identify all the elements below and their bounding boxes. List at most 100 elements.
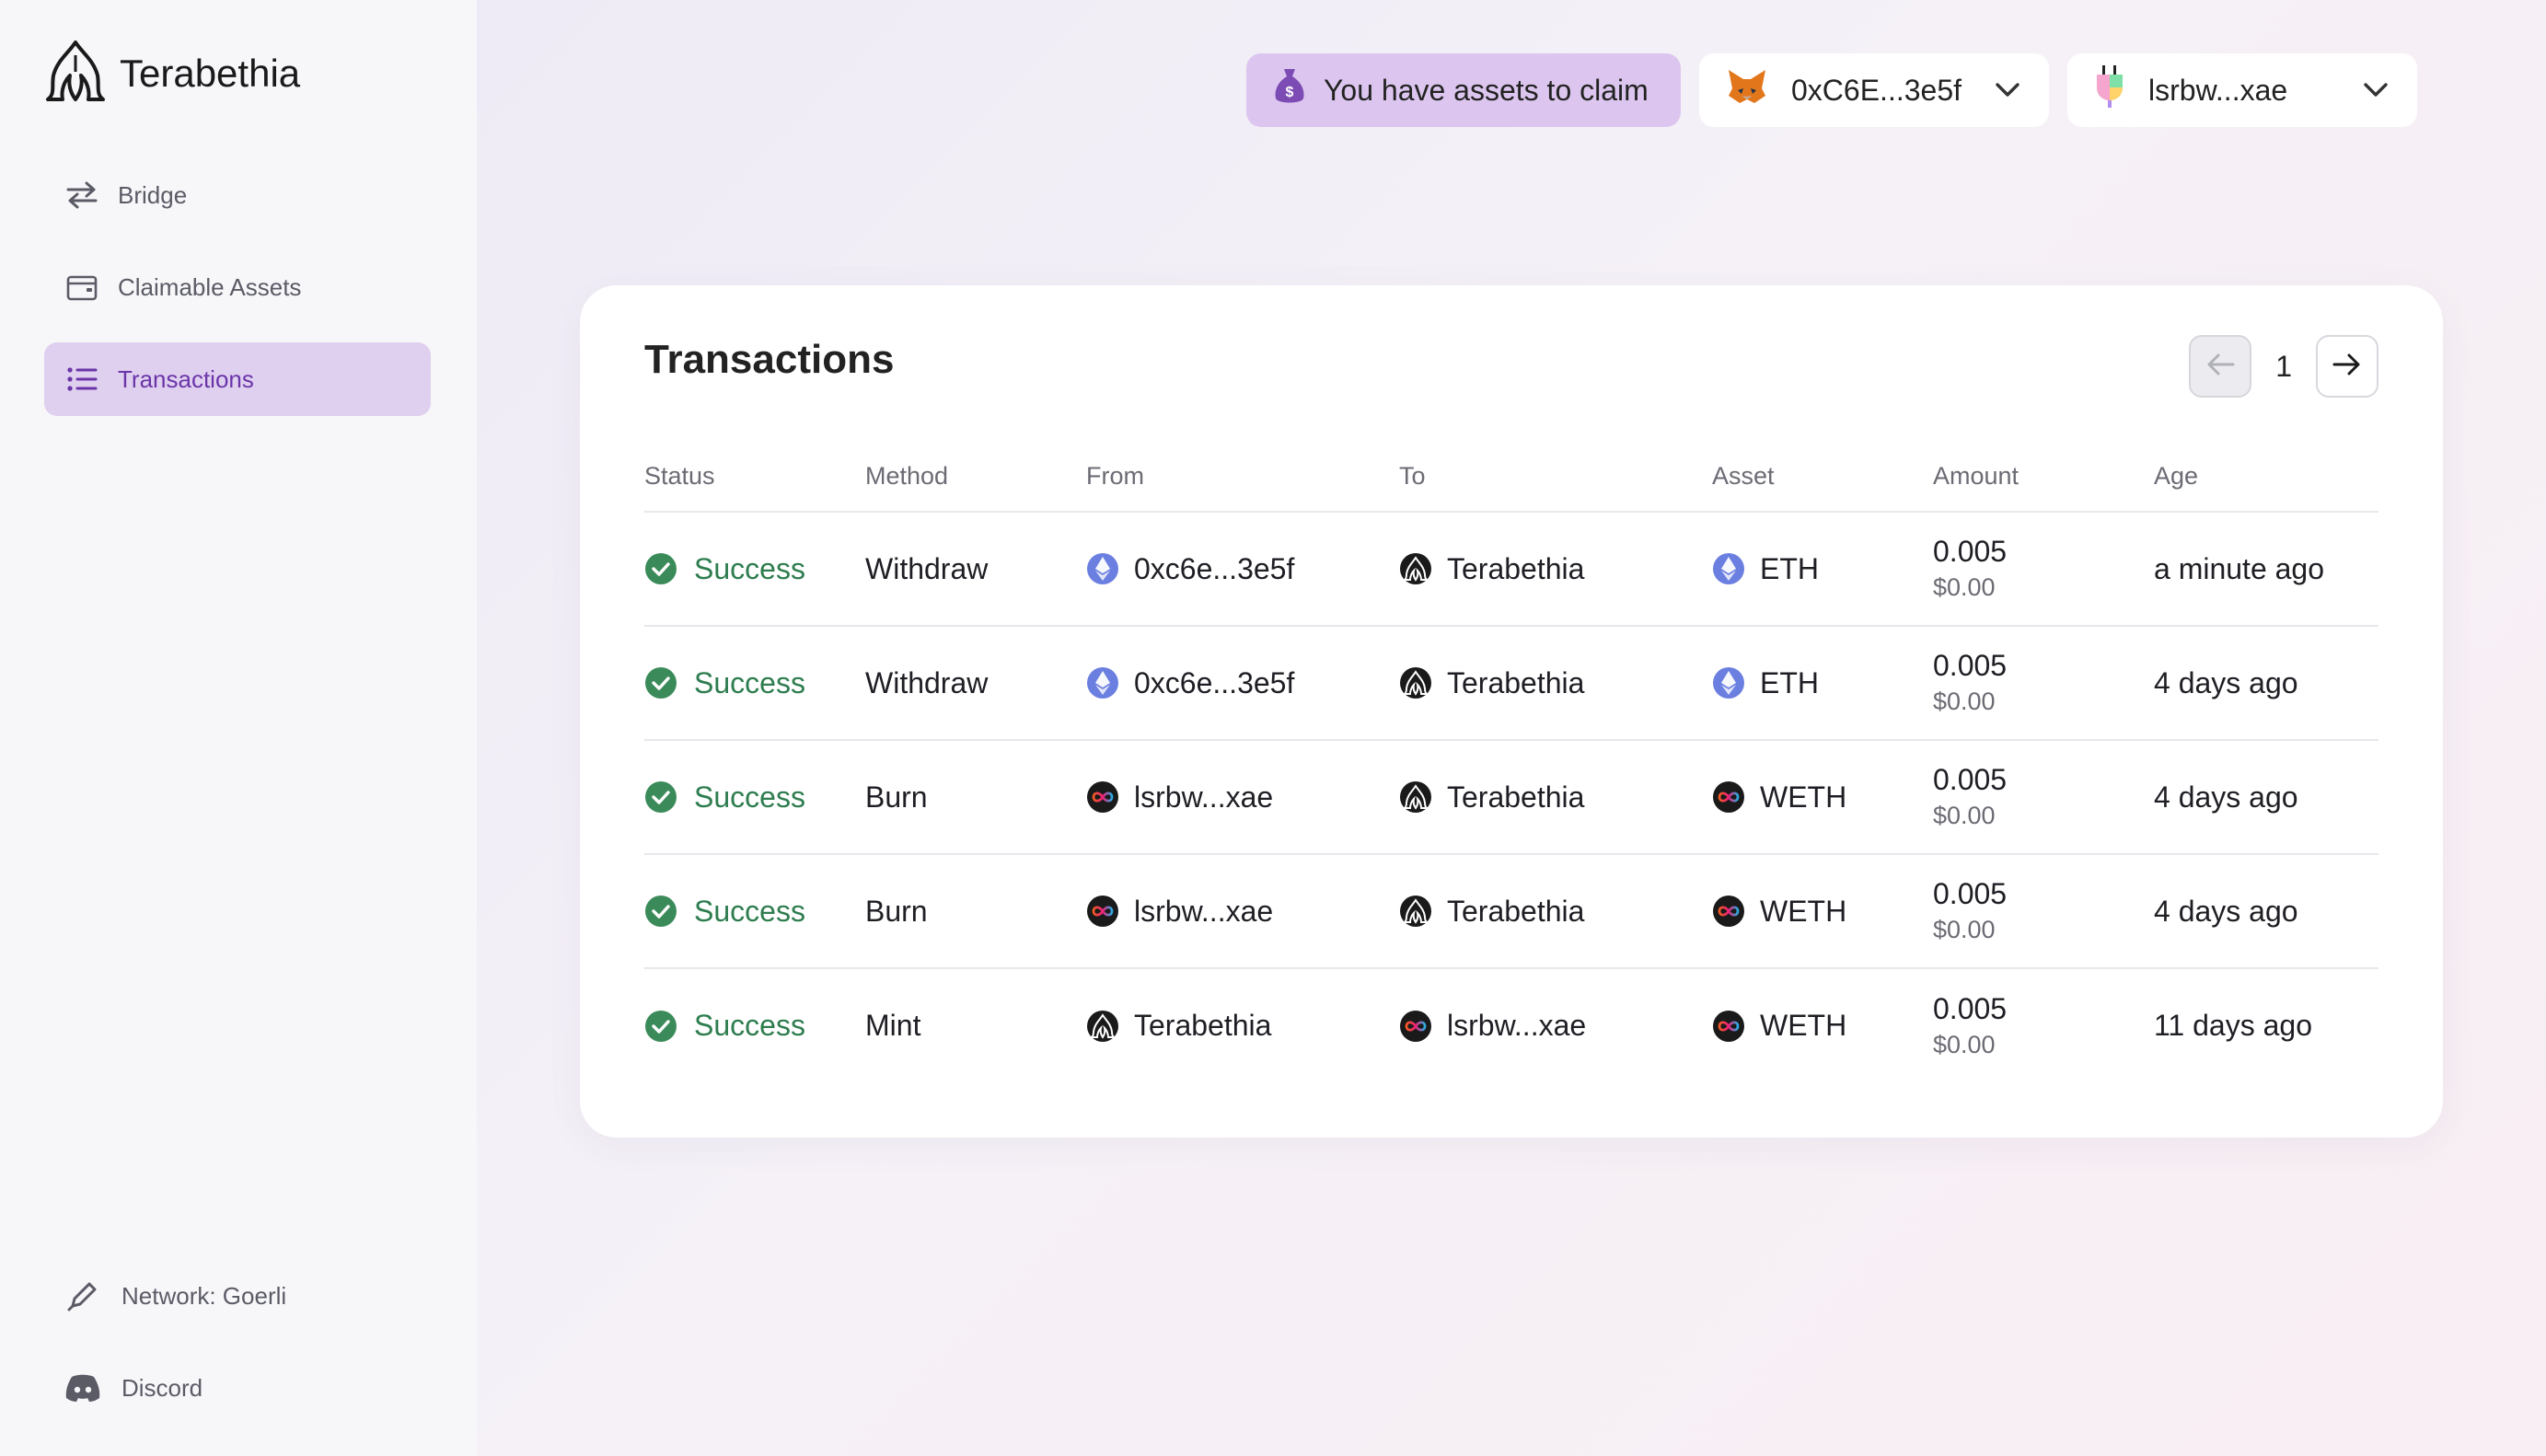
ethereum-icon bbox=[1086, 552, 1119, 585]
status-cell: Success bbox=[644, 968, 865, 1082]
column-header-age: Age bbox=[2154, 442, 2378, 513]
amount-usd: $0.00 bbox=[1933, 1030, 1996, 1058]
app-logo[interactable]: Terabethia bbox=[44, 39, 300, 108]
from-cell: lsrbw...xae bbox=[1086, 740, 1399, 855]
wallet-icon bbox=[64, 270, 99, 305]
amount-usd: $0.00 bbox=[1933, 916, 1996, 943]
discord-label: Discord bbox=[122, 1373, 203, 1402]
to-cell: lsrbw...xae bbox=[1399, 968, 1712, 1082]
age-cell: 4 days ago bbox=[2154, 626, 2378, 741]
to-cell: Terabethia bbox=[1399, 854, 1712, 969]
status-cell: Success bbox=[644, 854, 865, 969]
page-title: Transactions bbox=[644, 337, 895, 382]
amount-usd: $0.00 bbox=[1933, 802, 1996, 829]
to-address[interactable]: lsrbw...xae bbox=[1447, 1009, 1586, 1043]
table-row[interactable]: Success Burn lsrbw...xae Terabethia WETH 0… bbox=[644, 854, 2378, 969]
sidebar: Terabethia Bridge Claimable Assets Trans… bbox=[0, 0, 477, 1456]
sidebar-item-bridge[interactable]: Bridge bbox=[44, 158, 431, 232]
age-cell: a minute ago bbox=[2154, 512, 2378, 627]
from-address[interactable]: 0xc6e...3e5f bbox=[1134, 666, 1294, 700]
internet-computer-icon bbox=[1712, 780, 1745, 814]
to-cell: Terabethia bbox=[1399, 740, 1712, 855]
from-address[interactable]: Terabethia bbox=[1134, 1009, 1271, 1043]
claim-label: You have assets to claim bbox=[1324, 73, 1649, 107]
internet-computer-icon bbox=[1086, 895, 1119, 928]
column-header-status: Status bbox=[644, 442, 865, 513]
status-cell: Success bbox=[644, 740, 865, 855]
network-selector[interactable]: Network: Goerli bbox=[64, 1277, 286, 1314]
amount-value: 0.005 bbox=[1933, 535, 2008, 568]
wallet-address: 0xC6E...3e5f bbox=[1791, 73, 1962, 107]
sidebar-item-label: Transactions bbox=[118, 364, 254, 393]
table-row[interactable]: Success Withdraw 0xc6e...3e5f Terabethia … bbox=[644, 626, 2378, 741]
status-text: Success bbox=[694, 894, 805, 928]
status-text: Success bbox=[694, 780, 805, 814]
asset-symbol: WETH bbox=[1760, 894, 1847, 928]
plug-wallet-icon bbox=[2091, 64, 2128, 117]
amount-cell: 0.005 $0.00 bbox=[1933, 740, 2154, 855]
status-cell: Success bbox=[644, 512, 865, 627]
money-bag-icon: $ bbox=[1272, 67, 1307, 113]
sidebar-item-transactions[interactable]: Transactions bbox=[44, 342, 431, 416]
asset-symbol: WETH bbox=[1760, 780, 1847, 814]
amount-cell: 0.005 $0.00 bbox=[1933, 968, 2154, 1082]
next-page-button[interactable] bbox=[2316, 335, 2378, 398]
to-address[interactable]: Terabethia bbox=[1447, 780, 1584, 815]
to-cell: Terabethia bbox=[1399, 626, 1712, 741]
column-header-asset: Asset bbox=[1712, 442, 1933, 513]
terabethia-icon bbox=[1086, 1010, 1119, 1043]
table-row[interactable]: Success Burn lsrbw...xae Terabethia WETH 0… bbox=[644, 740, 2378, 855]
network-label: Network: Goerli bbox=[122, 1281, 287, 1310]
from-cell: Terabethia bbox=[1086, 968, 1399, 1082]
sidebar-item-label: Claimable Assets bbox=[118, 272, 302, 301]
sidebar-item-label: Bridge bbox=[118, 180, 188, 209]
asset-symbol: ETH bbox=[1760, 665, 1819, 699]
page-number: 1 bbox=[2275, 349, 2292, 383]
from-cell: 0xc6e...3e5f bbox=[1086, 626, 1399, 741]
status-text: Success bbox=[694, 1009, 805, 1042]
wallet-dropdown[interactable]: 0xC6E...3e5f bbox=[1699, 53, 2049, 127]
asset-cell: WETH bbox=[1712, 968, 1933, 1082]
asset-symbol: ETH bbox=[1760, 551, 1819, 585]
from-address[interactable]: lsrbw...xae bbox=[1134, 895, 1273, 929]
from-cell: lsrbw...xae bbox=[1086, 854, 1399, 969]
to-address[interactable]: Terabethia bbox=[1447, 895, 1584, 929]
amount-value: 0.005 bbox=[1933, 877, 2008, 910]
amount-cell: 0.005 $0.00 bbox=[1933, 512, 2154, 627]
account-dropdown[interactable]: lsrbw...xae bbox=[2067, 53, 2417, 127]
column-header-method: Method bbox=[865, 442, 1086, 513]
asset-cell: ETH bbox=[1712, 626, 1933, 741]
asset-cell: WETH bbox=[1712, 740, 1933, 855]
discord-link[interactable]: Discord bbox=[64, 1369, 203, 1406]
age-cell: 4 days ago bbox=[2154, 854, 2378, 969]
chevron-down-icon bbox=[2362, 75, 2390, 110]
arrows-swap-icon bbox=[64, 178, 99, 213]
from-address[interactable]: 0xc6e...3e5f bbox=[1134, 552, 1294, 586]
claim-assets-button[interactable]: $ You have assets to claim bbox=[1246, 53, 1681, 127]
age-cell: 4 days ago bbox=[2154, 740, 2378, 855]
prev-page-button[interactable] bbox=[2189, 335, 2252, 398]
table-row[interactable]: Success Withdraw 0xc6e...3e5f Terabethia … bbox=[644, 512, 2378, 627]
method-cell: Mint bbox=[865, 1009, 921, 1042]
status-text: Success bbox=[694, 665, 805, 699]
from-address[interactable]: lsrbw...xae bbox=[1134, 780, 1273, 815]
check-circle-icon bbox=[644, 1010, 677, 1043]
check-circle-icon bbox=[644, 666, 677, 699]
status-cell: Success bbox=[644, 626, 865, 741]
transactions-card: Transactions 1 Status Method From To Ass… bbox=[580, 285, 2443, 1138]
table-row[interactable]: Success Mint Terabethia lsrbw...xae WETH 0… bbox=[644, 968, 2378, 1082]
to-address[interactable]: Terabethia bbox=[1447, 552, 1584, 586]
amount-usd: $0.00 bbox=[1933, 573, 1996, 601]
account-id: lsrbw...xae bbox=[2148, 73, 2288, 107]
method-cell: Withdraw bbox=[865, 512, 1086, 627]
asset-symbol: WETH bbox=[1760, 1009, 1847, 1042]
sidebar-item-claimable-assets[interactable]: Claimable Assets bbox=[44, 250, 431, 324]
check-circle-icon bbox=[644, 895, 677, 928]
terabethia-icon bbox=[1399, 895, 1432, 928]
amount-usd: $0.00 bbox=[1933, 688, 1996, 715]
to-address[interactable]: Terabethia bbox=[1447, 666, 1584, 700]
asset-cell: ETH bbox=[1712, 512, 1933, 627]
list-icon bbox=[64, 362, 99, 397]
ethereum-icon bbox=[1712, 552, 1745, 585]
internet-computer-icon bbox=[1712, 1010, 1745, 1043]
